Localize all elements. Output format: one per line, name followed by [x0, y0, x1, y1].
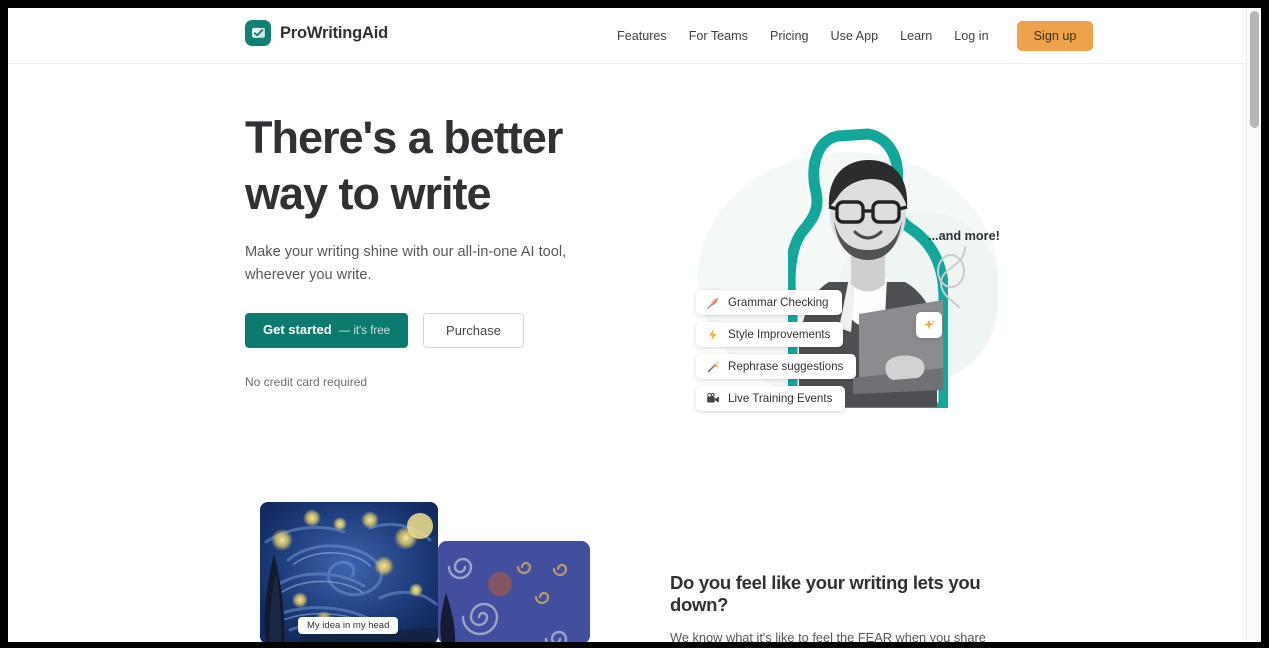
feature-pill-grammar-checking: Grammar Checking: [696, 290, 842, 315]
vertical-scrollbar[interactable]: [1246, 8, 1261, 642]
hero-title-line-1: There's a better: [245, 112, 563, 163]
hero-section: There's a better way to write Make your w…: [8, 64, 1246, 484]
sparkles-icon: [916, 312, 942, 338]
prowritingaid-book-check-icon: [245, 20, 271, 46]
hero-copy-block: There's a better way to write Make your w…: [245, 110, 595, 389]
feature-pill-label: Live Training Events: [728, 392, 833, 405]
sign-up-button[interactable]: Sign up: [1016, 21, 1094, 51]
nav-item-features[interactable]: Features: [606, 29, 678, 43]
hero-cta-row: Get started — it's free Purchase: [245, 313, 595, 348]
lightning-bolt-icon: [705, 327, 720, 342]
video-camera-icon: [705, 391, 720, 406]
feature-pill-rephrase-suggestions: Rephrase suggestions: [696, 354, 857, 379]
hero-title: There's a better way to write: [245, 110, 595, 222]
and-more-callout: ...and more!: [928, 229, 1000, 243]
section-two-body-text: We know what it's like to feel the FEAR …: [670, 630, 986, 642]
brand-logo-link[interactable]: ProWritingAid: [245, 20, 388, 46]
nav-item-pricing[interactable]: Pricing: [759, 29, 820, 43]
get-started-sublabel: — it's free: [338, 325, 391, 337]
nav-item-log-in[interactable]: Log in: [943, 29, 999, 43]
my-idea-in-my-head-label: My idea in my head: [298, 617, 399, 634]
get-started-label: Get started: [263, 322, 332, 337]
simplified-starry-night-sketch: [438, 541, 590, 642]
curved-arrow-icon: [937, 246, 966, 308]
magic-wand-icon: [705, 359, 720, 374]
browser-window-frame: ProWritingAid Features For Teams Pricing…: [0, 0, 1269, 648]
site-header: ProWritingAid Features For Teams Pricing…: [8, 8, 1246, 64]
nav-item-for-teams[interactable]: For Teams: [678, 29, 759, 43]
hero-title-line-2: way to write: [245, 168, 492, 219]
scrollbar-thumb[interactable]: [1250, 11, 1259, 128]
feature-pill-label: Grammar Checking: [728, 296, 829, 309]
brand-name: ProWritingAid: [280, 23, 389, 42]
hero-illustration: ...and more! Grammar Checking Style Impr…: [663, 112, 1033, 452]
section-two-heading: Do you feel like your writing lets you d…: [670, 572, 981, 615]
feather-pen-icon: [705, 295, 720, 310]
feature-pill-label: Style Improvements: [728, 328, 831, 341]
no-credit-card-note: No credit card required: [245, 375, 368, 389]
page-viewport: ProWritingAid Features For Teams Pricing…: [8, 8, 1261, 642]
purchase-button[interactable]: Purchase: [423, 313, 524, 348]
feature-pill-style-improvements: Style Improvements: [696, 322, 844, 347]
artwork-comparison-group: My idea in my head: [253, 502, 603, 642]
feature-pill-label: Rephrase suggestions: [728, 360, 844, 373]
hero-subtitle: Make your writing shine with our all-in-…: [245, 244, 567, 283]
main-navigation: Features For Teams Pricing Use App Learn…: [606, 8, 1094, 64]
nav-item-use-app[interactable]: Use App: [819, 29, 889, 43]
get-started-button[interactable]: Get started — it's free: [245, 313, 409, 348]
page-canvas: ProWritingAid Features For Teams Pricing…: [8, 8, 1246, 642]
feature-pill-live-training-events: Live Training Events: [696, 386, 846, 411]
writing-lets-you-down-section: My idea in my head Do you feel like your…: [8, 484, 1246, 642]
section-two-copy-block: Do you feel like your writing lets you d…: [670, 572, 1020, 642]
feature-pill-list: Grammar Checking Style Improvements Reph…: [696, 290, 857, 411]
nav-item-learn[interactable]: Learn: [889, 29, 943, 43]
